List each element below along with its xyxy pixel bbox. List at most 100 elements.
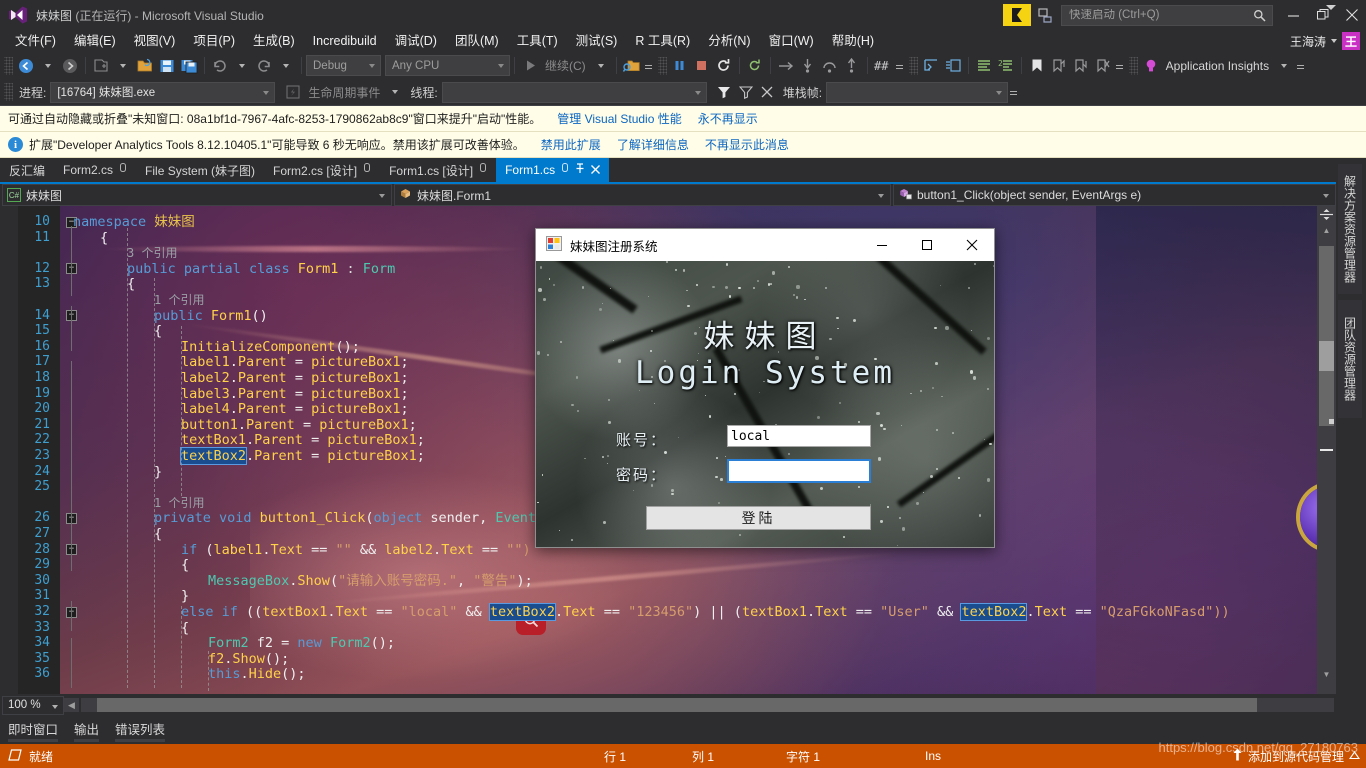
never-show-again-link[interactable]: 永不再显示 [698, 110, 758, 127]
menu-item-8[interactable]: 工具(T) [508, 30, 567, 52]
screenshot-feedback-icon[interactable] [1033, 3, 1057, 27]
pause-icon[interactable] [669, 55, 691, 77]
menu-item-1[interactable]: 编辑(E) [65, 30, 125, 52]
outdent-icon[interactable] [942, 55, 964, 77]
continue-label[interactable]: 继续(C) [541, 57, 590, 74]
code-line[interactable]: 1 个引用 [154, 292, 204, 308]
dialog-close-button[interactable] [949, 229, 994, 261]
scroll-thumb[interactable] [1319, 341, 1334, 371]
save-all-icon[interactable] [178, 55, 200, 77]
dialog-maximize-button[interactable] [904, 229, 949, 261]
new-project-icon[interactable] [90, 55, 112, 77]
learn-more-link[interactable]: 了解详细信息 [617, 136, 689, 153]
status-source-control-group[interactable]: 添加到源代码管理 [1232, 748, 1361, 765]
scroll-left-arrow-icon[interactable]: ◀ [64, 698, 79, 712]
open-file-icon[interactable] [134, 55, 156, 77]
code-line[interactable]: { [181, 620, 189, 636]
code-line[interactable]: label3.Parent = pictureBox1; [181, 386, 409, 402]
menu-item-3[interactable]: 项目(P) [184, 30, 244, 52]
minimize-button[interactable] [1279, 0, 1308, 30]
quick-launch-box[interactable] [1061, 4, 1273, 26]
unpin-icon[interactable] [575, 163, 585, 177]
menu-item-7[interactable]: 团队(M) [446, 30, 508, 52]
bottom-tab-0[interactable]: 即时窗口 [0, 716, 66, 742]
clear-bookmarks-icon[interactable] [1092, 55, 1114, 77]
redo-icon[interactable] [253, 55, 275, 77]
code-line[interactable]: this.Hide(); [208, 666, 306, 682]
editor-horizontal-scrollbar[interactable] [81, 698, 1334, 712]
configuration-combo[interactable]: Debug [306, 55, 381, 76]
user-account-area[interactable]: 王海涛 王 [1290, 30, 1360, 52]
bottom-tab-2[interactable]: 错误列表 [107, 716, 173, 742]
menu-item-12[interactable]: 窗口(W) [760, 30, 823, 52]
code-line[interactable]: } [154, 464, 162, 480]
quick-launch-input[interactable] [1062, 9, 1242, 21]
account-input[interactable] [727, 425, 871, 447]
code-line[interactable]: private void button1_Click(object sender… [154, 510, 593, 526]
code-line[interactable]: textBox2.Parent = pictureBox1; [179, 447, 425, 465]
comment-icon[interactable] [973, 55, 995, 77]
menu-item-11[interactable]: 分析(N) [699, 30, 759, 52]
toolbar-grip[interactable] [657, 56, 667, 75]
code-line[interactable]: { [154, 323, 162, 339]
no-flag-icon[interactable] [757, 81, 779, 103]
continue-dropdown[interactable] [590, 55, 612, 77]
dont-show-message-link[interactable]: 不再显示此消息 [705, 136, 789, 153]
restart-icon[interactable] [713, 55, 735, 77]
show-next-statement-icon[interactable] [775, 55, 797, 77]
dialog-minimize-button[interactable] [859, 229, 904, 261]
avatar[interactable]: 王 [1342, 32, 1360, 50]
horizontal-scroll-thumb[interactable] [97, 698, 1257, 712]
previous-bookmark-icon[interactable] [1048, 55, 1070, 77]
document-tab-4[interactable]: Form1.cs [设计] [380, 158, 496, 182]
debug-toolbar-overflow[interactable] [1008, 89, 1019, 95]
step-into-icon[interactable] [797, 55, 819, 77]
member-combo[interactable]: button1_Click(object sender, EventArgs e… [893, 184, 1336, 206]
code-line[interactable]: f2.Show(); [208, 651, 289, 667]
insights-overflow[interactable] [1295, 63, 1306, 69]
code-line[interactable]: InitializeComponent(); [181, 339, 360, 355]
code-line[interactable]: public partial class Form1 : Form [127, 261, 395, 277]
close-tab-icon[interactable] [591, 163, 601, 177]
pin-icon[interactable] [363, 163, 371, 177]
code-line[interactable]: 1 个引用 [154, 495, 204, 511]
lightbulb-icon[interactable] [1140, 55, 1162, 77]
menu-item-10[interactable]: R 工具(R) [626, 30, 699, 52]
il-overflow[interactable] [894, 63, 905, 69]
sidebar-item-solution-explorer[interactable]: 解决方案资源管理器 [1338, 164, 1362, 294]
document-tab-5[interactable]: Form1.cs [496, 158, 610, 182]
manage-vs-performance-link[interactable]: 管理 Visual Studio 性能 [557, 110, 682, 127]
menu-item-9[interactable]: 测试(S) [567, 30, 627, 52]
close-button[interactable] [1337, 0, 1366, 30]
menu-item-13[interactable]: 帮助(H) [823, 30, 883, 52]
editor-zoom-combo[interactable]: 100 % [2, 695, 64, 715]
code-line[interactable]: label4.Parent = pictureBox1; [181, 401, 409, 417]
hot-reload-icon[interactable] [744, 55, 766, 77]
document-tab-0[interactable]: 反汇编 [0, 158, 54, 182]
document-tab-2[interactable]: File System (妹子图) [136, 158, 264, 182]
attach-overflow[interactable] [643, 63, 654, 69]
login-dialog-window[interactable]: 妹妹图注册系统 妹妹图 Login System 账号： local 密码： 登… [535, 228, 995, 548]
code-line[interactable]: } [181, 588, 189, 604]
stack-frame-combo[interactable] [826, 81, 1009, 103]
code-line[interactable]: textBox1.Parent = pictureBox1; [181, 432, 425, 448]
navigate-forward-icon[interactable] [59, 55, 81, 77]
lifecycle-events-label[interactable]: 生命周期事件 [304, 84, 384, 101]
menu-item-2[interactable]: 视图(V) [125, 30, 185, 52]
redo-dropdown[interactable] [275, 55, 297, 77]
intermediate-language-icon[interactable]: ## [872, 55, 894, 77]
toolbar-grip[interactable] [4, 56, 13, 75]
disable-extension-link[interactable]: 禁用此扩展 [541, 136, 601, 153]
pin-icon[interactable] [479, 163, 487, 177]
scroll-up-arrow-icon[interactable]: ▲ [1319, 226, 1334, 241]
stop-icon[interactable] [691, 55, 713, 77]
indent-icon[interactable] [920, 55, 942, 77]
platform-combo[interactable]: Any CPU [385, 55, 510, 76]
password-input[interactable] [727, 459, 871, 483]
code-line[interactable]: { [100, 230, 108, 246]
code-line[interactable]: label2.Parent = pictureBox1; [181, 370, 409, 386]
scroll-track[interactable] [1319, 246, 1334, 426]
filter-icon[interactable] [713, 81, 735, 103]
process-combo[interactable]: [16764] 妹妹图.exe [50, 81, 276, 103]
toolbar-grip[interactable] [4, 83, 13, 101]
